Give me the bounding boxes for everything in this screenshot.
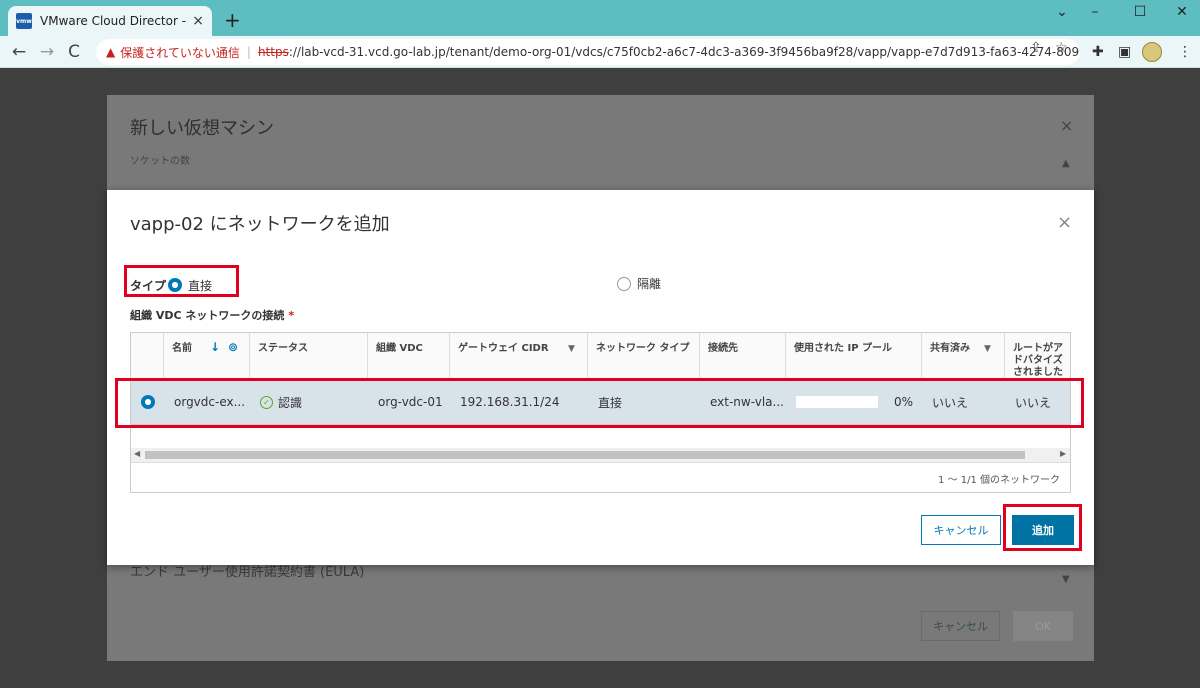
column-route[interactable]: ルートがアドバタイズされました bbox=[1005, 333, 1070, 379]
cell-shared: いいえ bbox=[932, 395, 969, 410]
tab-close-icon[interactable]: × bbox=[192, 13, 204, 29]
isolated-option: 隔離 bbox=[617, 275, 661, 292]
column-name[interactable]: 名前 ↓ ⊚ bbox=[164, 333, 250, 379]
bookmark-star-icon[interactable]: ☆ bbox=[1055, 40, 1068, 56]
cell-route: いいえ bbox=[1015, 395, 1052, 410]
scrollbar-thumb[interactable] bbox=[145, 451, 1025, 459]
window-minimize-button[interactable]: – bbox=[1080, 4, 1110, 20]
new-tab-button[interactable]: + bbox=[224, 10, 241, 30]
add-network-modal: vapp-02 にネットワークを追加 × タイプ 直接 隔離 組織 VDC ネッ… bbox=[107, 190, 1094, 565]
url-protocol: https bbox=[257, 45, 289, 59]
type-label: タイプ bbox=[130, 278, 167, 293]
add-button[interactable]: 追加 bbox=[1012, 515, 1074, 545]
ip-pool-percent: 0% bbox=[894, 395, 914, 409]
cell-status: ✓ 認識 bbox=[250, 379, 368, 425]
menu-icon[interactable]: ⋮ bbox=[1178, 44, 1192, 60]
filter-icon[interactable]: ▼ bbox=[568, 343, 575, 355]
browser-tab[interactable]: vmw VMware Cloud Director - vApp × bbox=[8, 6, 212, 36]
column-connection[interactable]: 接続先 bbox=[700, 333, 786, 379]
extensions-icon[interactable]: ✚ bbox=[1092, 44, 1104, 60]
background-ok-button: OK bbox=[1013, 611, 1073, 641]
window-close-button[interactable]: ✕ bbox=[1167, 4, 1197, 20]
column-gateway[interactable]: ゲートウェイ CIDR ▼ bbox=[450, 333, 588, 379]
reload-button[interactable]: C bbox=[63, 42, 85, 62]
background-scroll-down-icon: ▼ bbox=[1062, 574, 1070, 585]
type-radio-group: タイプ 直接 bbox=[130, 275, 212, 295]
address-bar: ← → C ▲ 保護されていない通信 | https ://lab-vcd-31… bbox=[0, 36, 1200, 68]
cell-gateway: 192.168.31.1/24 bbox=[460, 395, 560, 409]
cell-net-type: 直接 bbox=[598, 395, 623, 410]
column-connection-label: 接続先 bbox=[708, 343, 738, 354]
column-vdc[interactable]: 組織 VDC bbox=[368, 333, 450, 379]
column-ip-pool-label: 使用された IP プール bbox=[794, 343, 893, 354]
vmware-favicon-icon: vmw bbox=[16, 13, 32, 29]
background-scroll-up-icon: ▲ bbox=[1062, 158, 1070, 169]
cell-name: orgvdc-ex... bbox=[174, 395, 246, 409]
modal-title: vapp-02 にネットワークを追加 bbox=[130, 214, 390, 235]
url-separator: | bbox=[246, 45, 251, 59]
warning-icon: ▲ bbox=[106, 45, 116, 59]
section-label: 組織 VDC ネットワークの接続 * bbox=[130, 307, 294, 323]
filter-icon[interactable]: ▼ bbox=[984, 343, 991, 355]
cell-connection: ext-nw-vla... bbox=[710, 395, 784, 409]
section-label-text: 組織 VDC ネットワークの接続 bbox=[130, 309, 285, 322]
profile-avatar[interactable] bbox=[1142, 42, 1162, 62]
check-circle-icon: ✓ bbox=[260, 395, 273, 409]
share-icon[interactable]: ⇪ bbox=[1030, 40, 1042, 56]
network-grid: 名前 ↓ ⊚ ステータス 組織 VDC ゲートウェイ CIDR ▼ ネットワーク… bbox=[130, 332, 1071, 493]
column-ip-pool[interactable]: 使用された IP プール bbox=[786, 333, 922, 379]
ip-pool-progress-bar bbox=[796, 396, 878, 408]
radio-isolated[interactable] bbox=[617, 276, 631, 291]
column-vdc-label: 組織 VDC bbox=[376, 343, 423, 354]
table-row[interactable]: orgvdc-ex... ✓ 認識 org-vdc-01 192.168.31.… bbox=[131, 379, 1070, 425]
radio-direct-label[interactable]: 直接 bbox=[188, 277, 212, 294]
window-collapse-icon[interactable]: ⌄ bbox=[1047, 4, 1077, 20]
security-warning[interactable]: 保護されていない通信 bbox=[120, 44, 240, 61]
cell-vdc: org-vdc-01 bbox=[378, 395, 443, 409]
window-maximize-button[interactable]: ☐ bbox=[1125, 4, 1155, 20]
background-dialog-title: 新しい仮想マシン bbox=[130, 118, 274, 139]
select-column bbox=[131, 333, 164, 379]
radio-isolated-label[interactable]: 隔離 bbox=[637, 275, 661, 292]
forward-button[interactable]: → bbox=[36, 42, 58, 62]
column-shared-label: 共有済み bbox=[930, 343, 970, 354]
network-count: 1 ～ 1/1 個のネットワーク bbox=[938, 475, 1060, 486]
url-field[interactable]: ▲ 保護されていない通信 | https ://lab-vcd-31.vcd.g… bbox=[96, 39, 1080, 65]
grid-footer: 1 ～ 1/1 個のネットワーク bbox=[131, 462, 1070, 492]
cell-status-text: 認識 bbox=[278, 395, 303, 410]
url-text: ://lab-vcd-31.vcd.go-lab.jp/tenant/demo-… bbox=[288, 45, 1080, 59]
scroll-right-icon[interactable]: ▶ bbox=[1060, 449, 1066, 458]
required-mark: * bbox=[288, 309, 295, 322]
column-status[interactable]: ステータス bbox=[250, 333, 368, 379]
back-button[interactable]: ← bbox=[8, 42, 30, 62]
modal-close-icon[interactable]: × bbox=[1057, 212, 1072, 233]
side-panel-icon[interactable]: ▣ bbox=[1118, 44, 1131, 60]
background-cancel-button: キャンセル bbox=[921, 611, 1000, 641]
cell-ip-pool: 0% bbox=[786, 379, 922, 425]
column-net-type-label: ネットワーク タイプ bbox=[596, 343, 690, 354]
horizontal-scrollbar[interactable]: ◀ ▶ bbox=[131, 448, 1070, 462]
row-select[interactable] bbox=[131, 379, 164, 425]
column-name-label: 名前 bbox=[172, 343, 192, 354]
column-route-label: ルートがアドバタイズされました bbox=[1013, 343, 1063, 378]
grid-header: 名前 ↓ ⊚ ステータス 組織 VDC ゲートウェイ CIDR ▼ ネットワーク… bbox=[131, 333, 1070, 379]
column-status-label: ステータス bbox=[258, 343, 308, 354]
browser-tab-bar: vmw VMware Cloud Director - vApp × + ⌄ –… bbox=[0, 0, 1200, 36]
filter-active-icon[interactable]: ⊚ bbox=[228, 341, 238, 353]
column-gateway-label: ゲートウェイ CIDR bbox=[458, 343, 549, 354]
background-dialog-subtitle: ソケットの数 bbox=[130, 156, 190, 167]
scroll-left-icon[interactable]: ◀ bbox=[134, 449, 140, 458]
column-shared[interactable]: 共有済み ▼ bbox=[922, 333, 1005, 379]
row-radio[interactable] bbox=[141, 395, 155, 409]
cancel-button[interactable]: キャンセル bbox=[921, 515, 1001, 545]
sort-down-icon[interactable]: ↓ bbox=[210, 341, 220, 353]
radio-direct[interactable] bbox=[168, 278, 183, 292]
tab-title: VMware Cloud Director - vApp bbox=[40, 14, 187, 28]
background-close-icon: × bbox=[1060, 116, 1074, 135]
column-net-type[interactable]: ネットワーク タイプ bbox=[588, 333, 700, 379]
